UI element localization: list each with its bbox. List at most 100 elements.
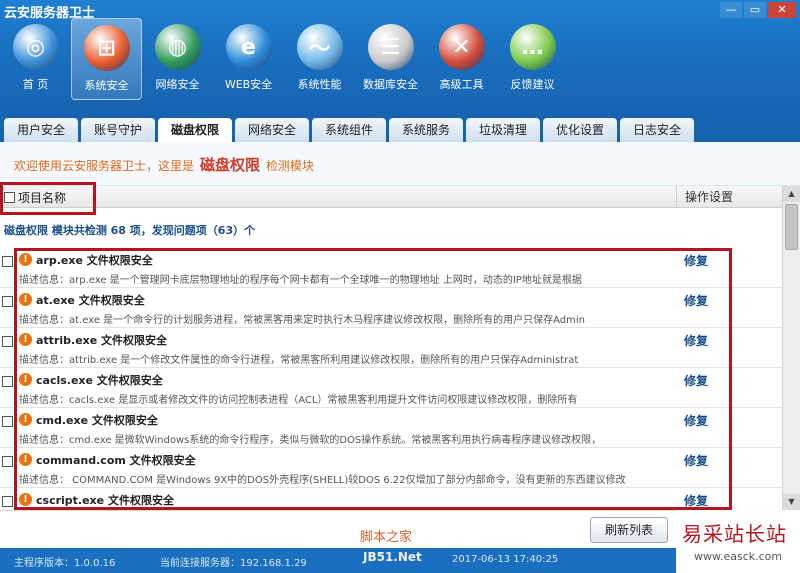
windows-logo-icon: ⊞ <box>83 25 130 71</box>
tab-1[interactable]: 账号守护 <box>81 118 155 142</box>
operation-column-header: 操作设置 <box>676 186 782 208</box>
list-item: ! command.com 文件权限安全描述信息： COMMAND.COM 是Wi… <box>0 448 782 488</box>
list-item: ! attrib.exe 文件权限安全描述信息：attrib.exe 是一个修改文… <box>0 328 782 368</box>
restore-button[interactable]: ▭ <box>744 2 766 18</box>
item-title: attrib.exe 文件权限安全 <box>36 334 168 347</box>
refresh-list-button[interactable]: 刷新列表 <box>590 517 668 543</box>
highlight-box-header <box>0 182 96 215</box>
toolbar-item-label: 高级工具 <box>439 78 484 91</box>
toolbar-item-label: 反馈建议 <box>510 78 555 91</box>
toolbar-item-label: WEB安全 <box>224 78 273 91</box>
warning-icon: ! <box>19 453 32 466</box>
status-time: 2017-06-13 17:40:25 <box>452 554 559 565</box>
item-title: cscript.exe 文件权限安全 <box>36 494 174 507</box>
item-checkbox[interactable] <box>2 376 13 387</box>
item-description: 描述信息：cmd.exe 是微软Windows系统的命令行程序，类似与微软的DO… <box>19 435 602 446</box>
tab-0[interactable]: 用户安全 <box>4 118 78 142</box>
list-item: ! arp.exe 文件权限安全 描述信息：arp.exe 是一个管理网卡底层物理地… <box>0 248 782 288</box>
watermark-text-2: JB51.Net <box>363 550 422 564</box>
fix-link[interactable]: 修复 <box>684 412 708 429</box>
tab-7[interactable]: 优化设置 <box>543 118 617 142</box>
item-checkbox[interactable] <box>2 336 13 347</box>
toolbar-item[interactable]: ☰ 数据库安全 <box>355 18 426 100</box>
welcome-suffix: 检测模块 <box>266 159 315 173</box>
welcome-module-name: 磁盘权限 <box>200 156 261 174</box>
toolbar-item-label: 首 页 <box>22 78 49 91</box>
welcome-prefix: 欢迎使用云安服务器卫士，这里是 <box>14 159 195 173</box>
home-globe-icon: ◎ <box>12 24 59 70</box>
list-header: 项目名称 操作设置 <box>0 186 782 208</box>
toolbar-item-label: 系统性能 <box>297 78 342 91</box>
close-button[interactable]: ✕ <box>768 2 796 18</box>
minimize-button[interactable]: — <box>720 2 742 18</box>
toolbar-item[interactable]: ◍ 网络安全 <box>142 18 213 100</box>
fix-link[interactable]: 修复 <box>684 492 708 509</box>
database-lock-icon: ☰ <box>367 24 414 70</box>
list-item: ! cacls.exe 文件权限安全描述信息：cacls.exe 是显示或者修改文… <box>0 368 782 408</box>
fix-link[interactable]: 修复 <box>684 372 708 389</box>
toolbar-item[interactable]: e WEB安全 <box>213 18 284 100</box>
warning-icon: ! <box>19 253 32 266</box>
tab-8[interactable]: 日志安全 <box>620 118 694 142</box>
scroll-thumb[interactable] <box>785 204 798 250</box>
warning-icon: ! <box>19 373 32 386</box>
toolbar-item[interactable]: ◎ 首 页 <box>0 18 71 100</box>
scroll-down-arrow-icon[interactable]: ▼ <box>783 494 800 510</box>
fix-link[interactable]: 修复 <box>684 332 708 349</box>
tab-2[interactable]: 磁盘权限 <box>158 118 232 142</box>
item-checkbox[interactable] <box>2 416 13 427</box>
list-item: ! cscript.exe 文件权限安全 修复 <box>0 488 782 510</box>
item-title: cmd.exe 文件权限安全 <box>36 414 158 427</box>
toolbar-item-label: 数据库安全 <box>363 78 418 91</box>
item-checkbox[interactable] <box>2 496 13 507</box>
ie-icon: e <box>225 24 272 70</box>
welcome-banner: 欢迎使用云安服务器卫士，这里是 磁盘权限 检测模块 <box>0 142 800 186</box>
list-scrollbar[interactable]: ▲ ▼ <box>782 186 800 510</box>
monitor-pulse-icon: 〜 <box>296 24 343 70</box>
fix-link[interactable]: 修复 <box>684 452 708 469</box>
item-description: 描述信息：at.exe 是一个命令行的计划服务进程，常被黑客用来定时执行木马程序… <box>19 315 586 326</box>
sub-tab-bar: 用户安全 账号守护 磁盘权限 网络安全 系统组件 系统服务 垃圾清理 优化设置 日志安全 <box>0 118 800 142</box>
tools-icon: ✕ <box>438 24 485 70</box>
window-controls: — ▭ ✕ <box>720 2 796 18</box>
scroll-up-arrow-icon[interactable]: ▲ <box>783 186 800 202</box>
scan-summary: 磁盘权限 模块共检测 68 项，发现问题项（63）个 <box>4 224 256 237</box>
tab-4[interactable]: 系统组件 <box>312 118 386 142</box>
list-item: ! cmd.exe 文件权限安全描述信息：cmd.exe 是微软Windows系统… <box>0 408 782 448</box>
item-description: 描述信息： COMMAND.COM 是Windows 9X中的DOS外壳程序(S… <box>19 475 626 486</box>
item-description: 描述信息：cacls.exe 是显示或者修改文件的访问控制表进程（ACL）常被黑… <box>19 395 578 406</box>
item-title: at.exe 文件权限安全 <box>36 294 145 307</box>
fix-link[interactable]: 修复 <box>684 252 708 269</box>
warning-icon: ! <box>19 413 32 426</box>
toolbar-item[interactable]: ⊞ 系统安全 <box>71 18 142 100</box>
fix-link[interactable]: 修复 <box>684 292 708 309</box>
toolbar-item[interactable]: ✕ 高级工具 <box>426 18 497 100</box>
watermark-text-4: www.easck.com <box>694 550 783 563</box>
warning-icon: ! <box>19 333 32 346</box>
toolbar-item-label: 系统安全 <box>84 79 129 92</box>
issue-list: ! arp.exe 文件权限安全 描述信息：arp.exe 是一个管理网卡底层物理地… <box>0 248 782 510</box>
item-title: command.com 文件权限安全 <box>36 454 196 467</box>
tab-3[interactable]: 网络安全 <box>235 118 309 142</box>
top-toolbar-area: 云安服务器卫士 — ▭ ✕ ◎ 首 页 ⊞ 系统安全 ◍ 网络安全 e WEB安全〜系统性能 ☰… <box>0 0 800 118</box>
tab-6[interactable]: 垃圾清理 <box>466 118 540 142</box>
tab-5[interactable]: 系统服务 <box>389 118 463 142</box>
toolbar-item[interactable]: 〜系统性能 <box>284 18 355 100</box>
item-description: 描述信息：arp.exe 是一个管理网卡底层物理地址的程序每个网卡都有一个全球唯… <box>19 275 582 286</box>
item-title: cacls.exe 文件权限安全 <box>36 374 163 387</box>
module-toolbar: ◎ 首 页 ⊞ 系统安全 ◍ 网络安全 e WEB安全〜系统性能 ☰ 数据库安全 ✕ 高级工具… 反馈建… <box>0 18 568 100</box>
item-checkbox[interactable] <box>2 456 13 467</box>
warning-icon: ! <box>19 293 32 306</box>
status-server: 当前连接服务器：192.168.1.29 <box>160 558 307 569</box>
toolbar-item[interactable]: … 反馈建议 <box>497 18 568 100</box>
item-description: 描述信息：attrib.exe 是一个修改文件属性的命令行进程，常被黑客所利用建… <box>19 355 579 366</box>
item-checkbox[interactable] <box>2 296 13 307</box>
list-item: ! at.exe 文件权限安全描述信息：at.exe 是一个命令行的计划服务进程，… <box>0 288 782 328</box>
warning-icon: ! <box>19 493 32 506</box>
item-checkbox[interactable] <box>2 256 13 267</box>
earth-icon: ◍ <box>154 24 201 70</box>
toolbar-item-label: 网络安全 <box>155 78 200 91</box>
status-version: 主程序版本：1.0.0.16 <box>14 558 116 569</box>
chat-bubble-icon: … <box>509 24 556 70</box>
watermark-badge: 易采站长站 www.easck.com <box>676 510 800 573</box>
